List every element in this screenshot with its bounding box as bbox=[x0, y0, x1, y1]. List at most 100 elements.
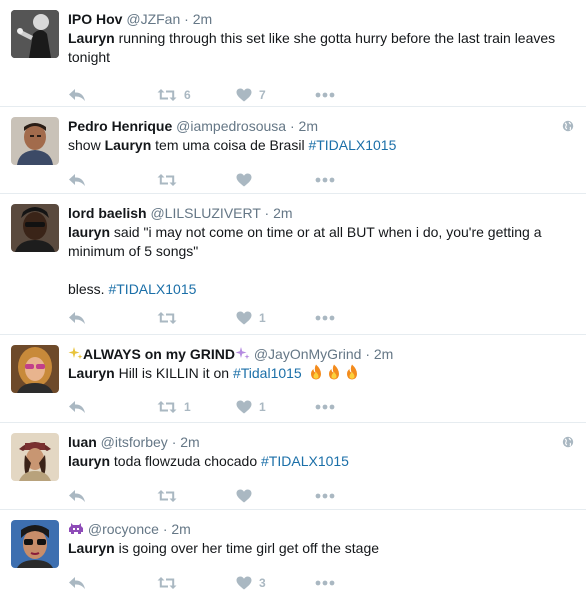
tweet-header: Pedro Henrique @iampedrosousa · 2m bbox=[68, 116, 574, 136]
like-button[interactable] bbox=[236, 489, 315, 503]
retweet-icon bbox=[157, 174, 177, 186]
heart-icon bbox=[236, 489, 252, 503]
more-icon bbox=[315, 177, 335, 183]
avatar[interactable] bbox=[11, 117, 59, 165]
reply-button[interactable] bbox=[68, 173, 157, 187]
more-icon bbox=[315, 493, 335, 499]
like-button[interactable]: 3 bbox=[236, 576, 315, 590]
more-button[interactable] bbox=[315, 404, 335, 410]
tweet-header: lord baelish @LILSLUZIVERT · 2m bbox=[68, 203, 574, 223]
timestamp[interactable]: 2m bbox=[374, 346, 393, 362]
author-username[interactable]: @itsforbey bbox=[101, 434, 168, 450]
timestamp[interactable]: 2m bbox=[171, 521, 190, 537]
retweet-icon bbox=[157, 490, 177, 502]
avatar[interactable] bbox=[11, 433, 59, 481]
like-button[interactable]: 1 bbox=[236, 400, 315, 414]
author-name[interactable]: luan bbox=[68, 434, 97, 450]
retweet-count: 6 bbox=[184, 88, 191, 102]
retweet-button[interactable] bbox=[157, 489, 236, 503]
heart-icon bbox=[236, 576, 252, 590]
retweet-button[interactable] bbox=[157, 311, 236, 325]
avatar[interactable] bbox=[11, 520, 59, 568]
tweet-item[interactable]: luan @itsforbey · 2m lauryn toda flowzud… bbox=[0, 423, 586, 510]
text-segment: said "i may not come on time or at all B… bbox=[68, 224, 542, 259]
more-button[interactable] bbox=[315, 177, 335, 183]
author-name[interactable]: Pedro Henrique bbox=[68, 118, 172, 134]
tweet-item[interactable]: lord baelish @LILSLUZIVERT · 2m lauryn s… bbox=[0, 194, 586, 335]
search-highlight: Lauryn bbox=[68, 365, 115, 381]
reply-button[interactable] bbox=[68, 88, 157, 102]
author-name[interactable]: lord baelish bbox=[68, 205, 147, 221]
retweet-button[interactable] bbox=[157, 576, 236, 590]
more-button[interactable] bbox=[315, 580, 335, 586]
text-segment: tem uma coisa de Brasil bbox=[151, 137, 309, 153]
avatar[interactable] bbox=[11, 345, 59, 393]
search-highlight: Lauryn bbox=[104, 137, 152, 153]
reply-icon bbox=[69, 490, 85, 502]
fire-icon bbox=[310, 364, 321, 380]
like-button[interactable]: 7 bbox=[236, 88, 315, 102]
author-name[interactable]: IPO Hov bbox=[68, 11, 122, 27]
tweet-header: ALWAYS on my GRIND @JayOnMyGrind · 2m bbox=[68, 344, 574, 364]
sparkle-icon bbox=[235, 347, 250, 360]
like-button[interactable]: 1 bbox=[236, 311, 315, 325]
separator: · bbox=[184, 11, 189, 27]
fire-icon bbox=[346, 364, 357, 380]
hashtag-link[interactable]: #TIDALX1015 bbox=[261, 453, 349, 469]
retweet-button[interactable] bbox=[157, 173, 236, 187]
timestamp[interactable]: 2m bbox=[193, 11, 212, 27]
tweet-actions: 1 bbox=[68, 299, 574, 337]
heart-icon bbox=[236, 311, 252, 325]
like-count: 1 bbox=[259, 400, 266, 414]
alien-monster-icon bbox=[69, 523, 83, 534]
timestamp[interactable]: 2m bbox=[180, 434, 199, 450]
tweet-text: Lauryn is going over her time girl get o… bbox=[68, 539, 574, 558]
avatar[interactable] bbox=[11, 10, 59, 58]
author-username[interactable]: @JayOnMyGrind bbox=[254, 346, 362, 362]
more-button[interactable] bbox=[315, 315, 335, 321]
globe-icon[interactable] bbox=[562, 436, 574, 448]
reply-icon bbox=[69, 89, 85, 101]
more-icon bbox=[315, 580, 335, 586]
reply-button[interactable] bbox=[68, 489, 157, 503]
timestamp[interactable]: 2m bbox=[299, 118, 318, 134]
reply-icon bbox=[69, 401, 85, 413]
text-segment: bless. bbox=[68, 281, 109, 297]
hashtag-link[interactable]: #TIDALX1015 bbox=[108, 281, 196, 297]
like-button[interactable] bbox=[236, 173, 315, 187]
more-icon bbox=[315, 404, 335, 410]
globe-icon[interactable] bbox=[562, 120, 574, 132]
author-username[interactable]: @LILSLUZIVERT bbox=[150, 205, 260, 221]
reply-button[interactable] bbox=[68, 576, 157, 590]
more-button[interactable] bbox=[315, 493, 335, 499]
author-username[interactable]: @JZFan bbox=[126, 11, 180, 27]
author-username[interactable]: @rocyonce bbox=[88, 521, 159, 537]
retweet-button[interactable]: 1 bbox=[157, 400, 236, 414]
hashtag-link[interactable]: #TIDALX1015 bbox=[308, 137, 396, 153]
avatar[interactable] bbox=[11, 204, 59, 252]
tweet-item[interactable]: Pedro Henrique @iampedrosousa · 2m show … bbox=[0, 107, 586, 194]
text-segment: Hill is KILLIN it on bbox=[114, 365, 233, 381]
like-count: 7 bbox=[259, 88, 266, 102]
separator: · bbox=[162, 521, 168, 537]
timestamp[interactable]: 2m bbox=[273, 205, 292, 221]
tweet-header: luan @itsforbey · 2m bbox=[68, 432, 574, 452]
tweet-text: Lauryn running through this set like she… bbox=[68, 29, 574, 67]
tweet-text: lauryn toda flowzuda chocado #TIDALX1015 bbox=[68, 452, 574, 471]
tweet-actions: 3 bbox=[68, 564, 574, 602]
author-name[interactable]: ALWAYS on my GRIND bbox=[83, 346, 235, 362]
reply-button[interactable] bbox=[68, 400, 157, 414]
text-segment: show bbox=[68, 137, 105, 153]
author-username[interactable]: @iampedrosousa bbox=[176, 118, 286, 134]
separator: · bbox=[289, 118, 295, 134]
reply-button[interactable] bbox=[68, 311, 157, 325]
tweet-item[interactable]: @rocyonce · 2m Lauryn is going over her … bbox=[0, 510, 586, 595]
tweet-item[interactable]: ALWAYS on my GRIND @JayOnMyGrind · 2m La… bbox=[0, 335, 586, 423]
hashtag-link[interactable]: #Tidal1015 bbox=[233, 365, 302, 381]
tweet-item[interactable]: IPO Hov @JZFan · 2m Lauryn running throu… bbox=[0, 0, 586, 107]
retweet-icon bbox=[157, 577, 177, 589]
more-button[interactable] bbox=[315, 92, 335, 98]
retweet-button[interactable]: 6 bbox=[157, 88, 236, 102]
search-highlight: lauryn bbox=[68, 453, 111, 469]
retweet-icon bbox=[157, 312, 177, 324]
